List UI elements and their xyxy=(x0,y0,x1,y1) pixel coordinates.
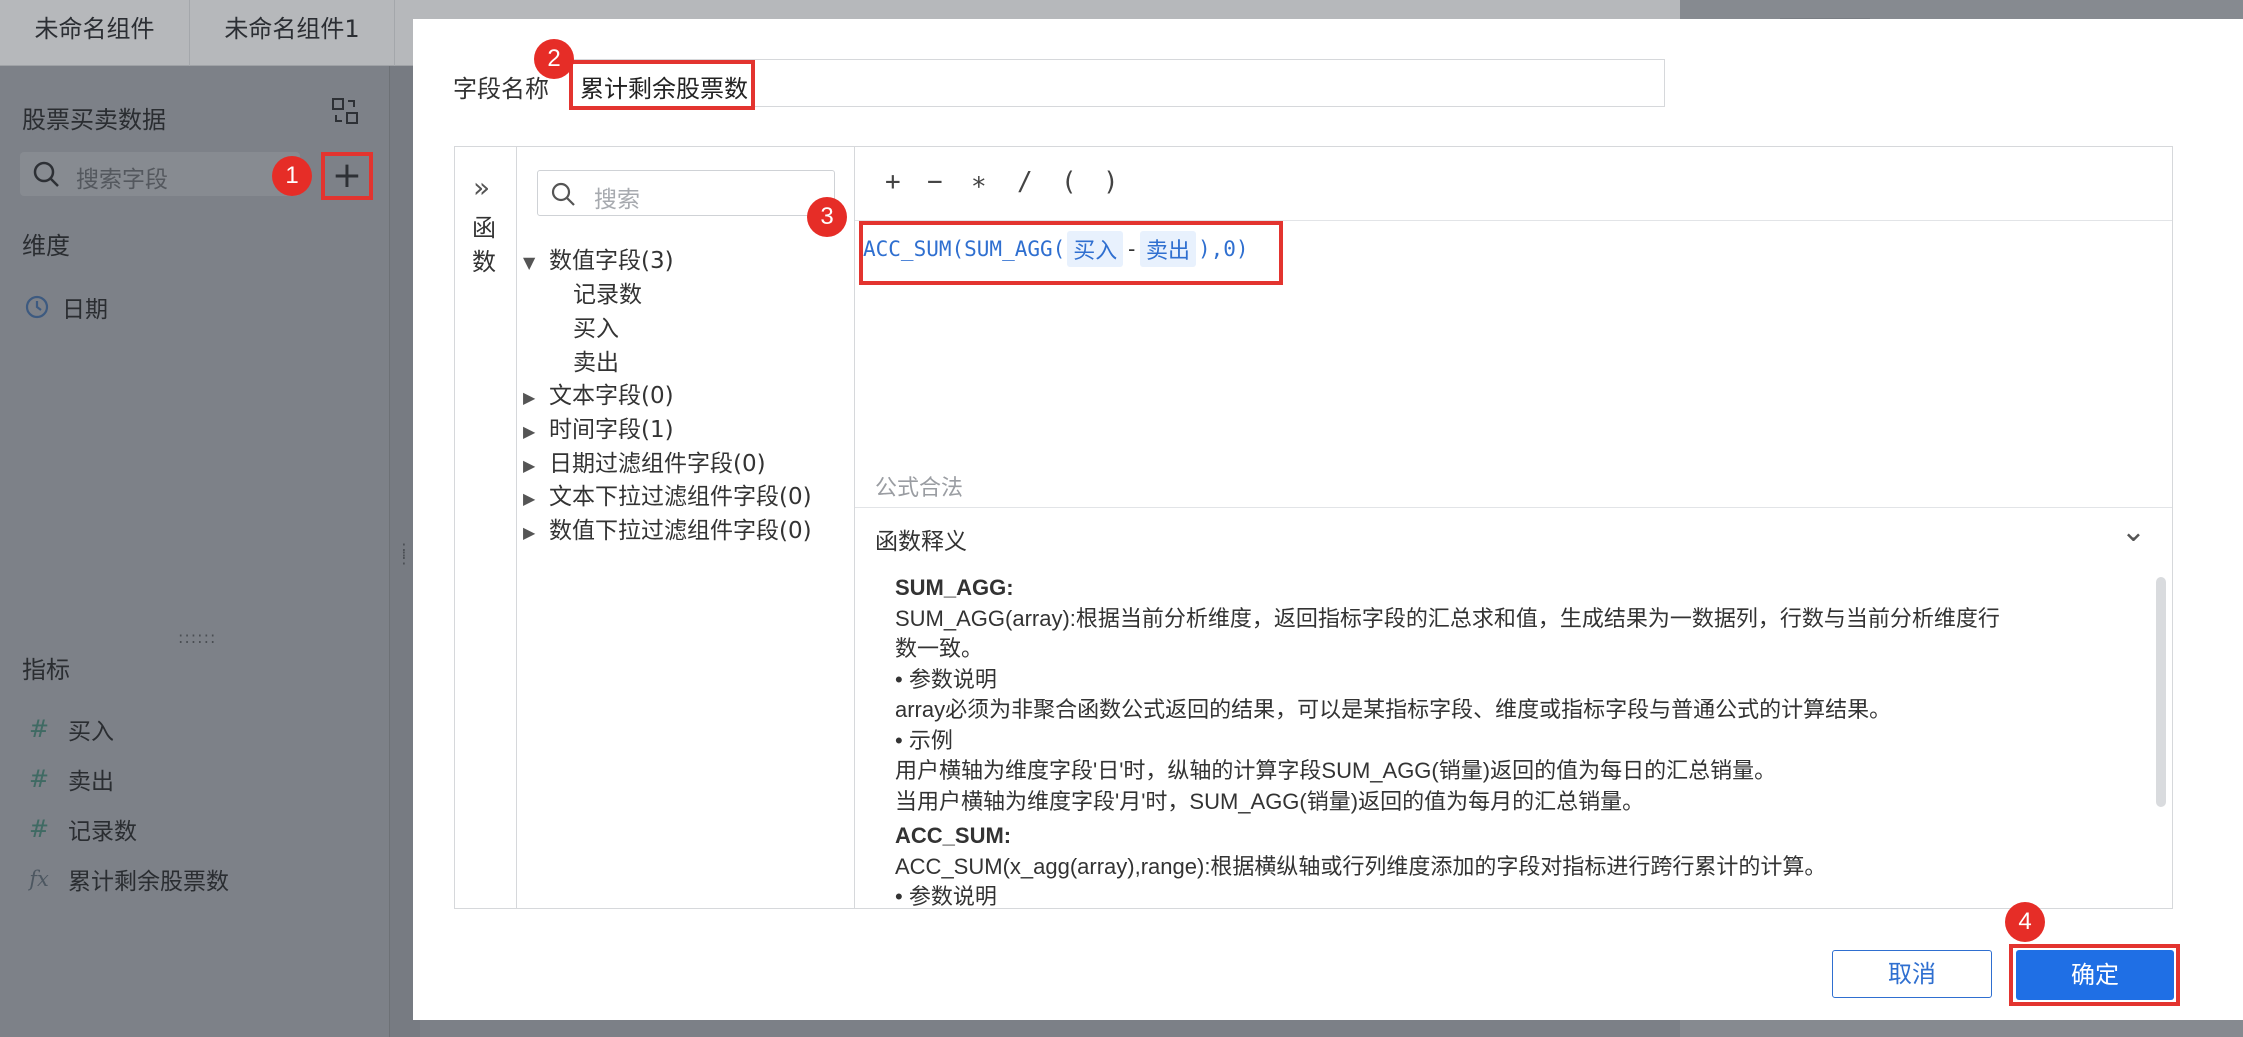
metric-item-record-count[interactable]: # 记录数 xyxy=(24,812,137,846)
sum-agg-desc: SUM_AGG(array):根据当前分析维度，返回指标字段的汇总求和值，生成结… xyxy=(895,605,2000,631)
operator-divide-button[interactable]: / xyxy=(1017,167,1033,197)
step-badge-2: 2 xyxy=(534,39,574,79)
caret-right-icon: ▶ xyxy=(523,456,536,475)
dimension-section-title: 维度 xyxy=(22,232,70,260)
tab-unnamed-component[interactable]: 未命名组件 xyxy=(0,0,190,66)
search-icon xyxy=(33,161,59,187)
metric-item-buy[interactable]: # 买入 xyxy=(24,712,114,746)
operator-left-paren-button[interactable]: ( xyxy=(1061,167,1077,197)
formula-editor: » 函 数 搜索 ▼ 数值字段(3) 记录数 买入 卖出 ▶ 文本字段(0) ▶… xyxy=(454,146,2173,909)
operator-toolbar: + − ∗ / ( ) xyxy=(855,147,2172,221)
plus-icon: + xyxy=(331,155,363,196)
tree-group-text-dropdown-filter[interactable]: ▶ 文本下拉过滤组件字段(0) xyxy=(523,477,812,511)
search-placeholder: 搜索 xyxy=(594,187,640,213)
operator-multiply-button[interactable]: ∗ xyxy=(971,167,987,197)
acc-param-title: • 参数说明 xyxy=(895,884,997,906)
formula-status: 公式合法 xyxy=(875,476,964,501)
explanation-scrollbar[interactable] xyxy=(2156,577,2166,807)
caret-right-icon: ▶ xyxy=(523,422,536,441)
chevron-down-icon: ⌄ xyxy=(2120,514,2146,549)
tree-group-time[interactable]: ▶ 时间字段(1) xyxy=(523,410,674,444)
dimension-item-label: 日期 xyxy=(62,297,108,323)
field-tree: 搜索 ▼ 数值字段(3) 记录数 买入 卖出 ▶ 文本字段(0) ▶ 时间字段(1) … xyxy=(517,147,855,908)
tree-group-number-dropdown-filter[interactable]: ▶ 数值下拉过滤组件字段(0) xyxy=(523,511,812,545)
formula-area: + − ∗ / ( ) ACC_SUM(SUM_AGG( 买入 - 卖出 ),0… xyxy=(855,147,2172,908)
field-name-highlight xyxy=(569,60,755,110)
metric-item-sell[interactable]: # 卖出 xyxy=(24,762,114,796)
tab-unnamed-component-1[interactable]: 未命名组件1 xyxy=(190,0,395,66)
tree-group-text[interactable]: ▶ 文本字段(0) xyxy=(523,376,674,410)
confirm-button-highlight xyxy=(2009,944,2180,1006)
dimension-item-date[interactable]: 日期 xyxy=(24,290,108,324)
acc-sum-title: ACC_SUM: xyxy=(895,823,1012,848)
metric-item-label: 记录数 xyxy=(68,819,137,845)
double-chevron-right-icon: » xyxy=(473,171,491,204)
field-name-label: 字段名称 xyxy=(453,75,549,103)
search-icon xyxy=(551,182,575,206)
clock-icon xyxy=(25,295,49,319)
cancel-button[interactable]: 取消 xyxy=(1832,950,1992,998)
sum-agg-desc-cont: 数一致。 xyxy=(895,636,984,661)
tree-group-numeric[interactable]: ▼ 数值字段(3) xyxy=(523,241,674,275)
hash-icon: # xyxy=(28,765,50,793)
resize-handle-horizontal[interactable]: :::::: xyxy=(178,628,216,647)
operator-right-paren-button[interactable]: ) xyxy=(1103,167,1119,197)
step-badge-1: 1 xyxy=(272,156,312,196)
sum-agg-title: SUM_AGG: xyxy=(895,575,1014,600)
formula-icon: fx xyxy=(29,867,49,891)
metric-item-label: 卖出 xyxy=(68,769,114,795)
add-field-button[interactable]: + xyxy=(321,152,373,200)
switch-dataset-icon[interactable] xyxy=(330,96,360,126)
example-title: • 示例 xyxy=(895,727,953,753)
acc-sum-desc: ACC_SUM(x_agg(array),range):根据横纵轴或行列维度添加… xyxy=(895,853,1827,879)
operator-plus-button[interactable]: + xyxy=(885,167,901,197)
field-search-input[interactable]: 搜索字段 xyxy=(20,152,300,196)
explanation-header[interactable]: 函数释义 ⌄ xyxy=(855,507,2172,563)
caret-right-icon: ▶ xyxy=(523,388,536,407)
tree-item-buy[interactable]: 买入 xyxy=(573,309,619,343)
param-title: • 参数说明 xyxy=(895,666,997,692)
operator-minus-button[interactable]: − xyxy=(927,167,943,197)
formula-field-dialog: 字段名称 累计剩余股票数 » 函 数 搜索 ▼ 数值字段(3) 记录数 买入 卖… xyxy=(413,19,2243,1020)
step-badge-4: 4 xyxy=(2005,902,2045,942)
example-line-2: 当用户横轴为维度字段'月'时，SUM_AGG(销量)返回的值为每月的汇总销量。 xyxy=(895,788,1645,814)
tree-search-input[interactable]: 搜索 xyxy=(537,170,835,216)
hash-count-icon: # xyxy=(28,815,50,843)
hash-icon: # xyxy=(28,715,50,743)
explanation-title: 函数释义 xyxy=(875,529,967,555)
param-desc: array必须为非聚合函数公式返回的结果，可以是某指标字段、维度或指标字段与普通… xyxy=(895,697,1892,722)
tree-group-date-filter[interactable]: ▶ 日期过滤组件字段(0) xyxy=(523,444,766,478)
metric-item-cumulative-shares[interactable]: fx 累计剩余股票数 xyxy=(24,862,229,896)
resize-handle-vertical[interactable]: ⋮ ⋮ xyxy=(396,542,412,566)
tree-item-sell[interactable]: 卖出 xyxy=(573,343,619,377)
caret-down-icon: ▼ xyxy=(523,253,536,272)
metric-item-label: 买入 xyxy=(68,719,114,745)
dataset-title: 股票买卖数据 xyxy=(22,106,166,134)
formula-highlight xyxy=(859,221,1283,285)
example-line-1: 用户横轴为维度字段'日'时，纵轴的计算字段SUM_AGG(销量)返回的值为每日的… xyxy=(895,758,1777,783)
caret-right-icon: ▶ xyxy=(523,489,536,508)
caret-right-icon: ▶ xyxy=(523,523,536,542)
step-badge-3: 3 xyxy=(807,197,847,237)
function-panel-label: 函 数 xyxy=(472,214,496,276)
metric-item-label: 累计剩余股票数 xyxy=(68,869,229,895)
function-panel-toggle[interactable]: » 函 数 xyxy=(455,147,517,908)
explanation-body: SUM_AGG: SUM_AGG(array):根据当前分析维度，返回指标字段的… xyxy=(895,573,2115,906)
tree-item-record-count[interactable]: 记录数 xyxy=(573,275,642,309)
metric-section-title: 指标 xyxy=(22,656,70,684)
search-placeholder: 搜索字段 xyxy=(76,167,168,193)
